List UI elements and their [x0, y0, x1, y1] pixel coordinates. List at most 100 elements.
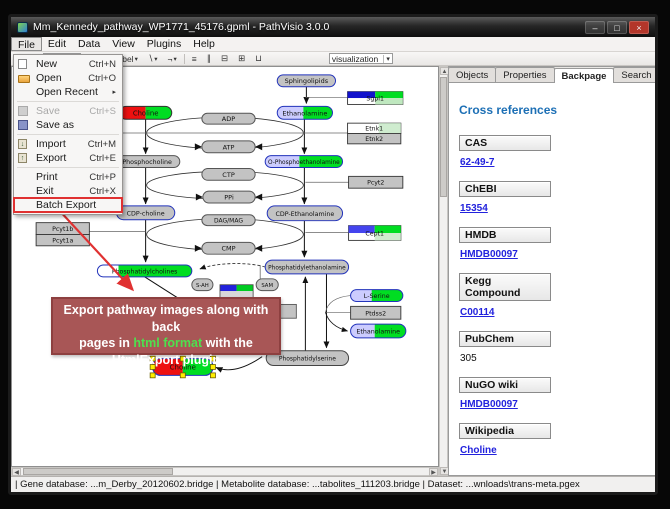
submenu-arrow-icon: ▸: [112, 88, 116, 96]
annotation-callout: Export pathway images along with back pa…: [51, 297, 281, 355]
menu-file[interactable]: File: [11, 37, 42, 51]
svg-text:Choline: Choline: [133, 109, 159, 117]
menu-item-print[interactable]: Print Ctrl+P: [14, 170, 122, 184]
connector-tool-button[interactable]: ¬ ▾: [165, 53, 180, 64]
scrollbar-thumb[interactable]: [440, 77, 447, 197]
xref-section-kegg: Kegg Compound C00114: [459, 273, 658, 331]
gene-box-sgpl1[interactable]: Sgpl1: [348, 92, 403, 105]
node-sphingolipids[interactable]: Sphingolipids: [277, 75, 335, 87]
node-ethanolamine-bottom[interactable]: Ethanolamine: [351, 324, 406, 338]
align-center-button[interactable]: ≡: [189, 53, 200, 64]
tab-search[interactable]: Search: [613, 67, 658, 82]
xref-link[interactable]: HMDB00097: [460, 399, 518, 410]
common-size-button[interactable]: ⊔: [252, 53, 265, 64]
menu-plugins[interactable]: Plugins: [141, 37, 187, 51]
node-phosphatidylethanolamine[interactable]: Phosphatidylethanolamine: [265, 260, 348, 274]
xref-link[interactable]: 15354: [460, 203, 488, 214]
node-cdp-ethanolamine[interactable]: CDP-Ethanolamine: [267, 206, 342, 221]
close-button[interactable]: ×: [629, 21, 649, 34]
menu-item-new[interactable]: New Ctrl+N: [14, 57, 122, 71]
xref-title: Wikipedia: [459, 423, 551, 439]
status-bar: | Gene database: ...m_Derby_20120602.bri…: [11, 476, 655, 492]
xref-title: NuGO wiki: [459, 377, 551, 393]
svg-text:Phosphatidylserine: Phosphatidylserine: [279, 356, 336, 363]
node-atp[interactable]: ATP: [202, 141, 255, 153]
stack-horizontal-button[interactable]: ⊞: [235, 53, 248, 64]
node-phosphocholine[interactable]: Phosphocholine: [114, 156, 179, 168]
menu-item-batch-export[interactable]: Batch Export: [14, 198, 122, 212]
menu-item-exit[interactable]: Exit Ctrl+X: [14, 184, 122, 198]
menu-data[interactable]: Data: [72, 37, 106, 51]
pe-to-pc-dashed-line: [200, 264, 265, 269]
node-o-phosphoethanolamine[interactable]: O-Phosphoethanolamine: [265, 156, 342, 168]
menu-item-open[interactable]: Open Ctrl+O: [14, 71, 122, 85]
node-choline-top[interactable]: Choline: [120, 106, 172, 119]
visualization-combo[interactable]: visualization ▾: [329, 53, 393, 64]
callout-line1: Export pathway images along with back: [53, 302, 279, 335]
xref-section-wikipedia: Wikipedia Choline: [459, 423, 658, 469]
node-dag-mag[interactable]: DAG/MAG: [202, 215, 255, 226]
stack-vertical-button[interactable]: ⊟: [218, 53, 231, 64]
scroll-right-icon[interactable]: ▶: [429, 468, 438, 476]
node-l-serine[interactable]: L-Serine: [351, 290, 403, 302]
line-tool-button[interactable]: ∖ ▾: [145, 53, 161, 64]
menu-item-import[interactable]: ↓ Import Ctrl+M: [14, 137, 122, 151]
tab-properties[interactable]: Properties: [495, 67, 554, 82]
node-cmp[interactable]: CMP: [202, 242, 255, 254]
maximize-button[interactable]: □: [607, 21, 627, 34]
tab-objects[interactable]: Objects: [448, 67, 496, 82]
menu-item-open-recent[interactable]: Open Recent ▸: [14, 85, 122, 99]
xref-title: PubChem: [459, 331, 551, 347]
export-icon: ↑: [18, 153, 27, 163]
xref-link[interactable]: 62-49-7: [460, 157, 494, 168]
gene-box-ptdss2[interactable]: Ptdss2: [351, 306, 401, 319]
menu-help[interactable]: Help: [187, 37, 221, 51]
xref-title: CAS: [459, 135, 551, 151]
xref-section-chebi: ChEBI 15354: [459, 181, 658, 227]
align-middle-button[interactable]: ∥: [204, 53, 214, 64]
svg-text:Pcyt1b: Pcyt1b: [52, 226, 73, 233]
gene-box-pcyt2[interactable]: Pcyt2: [349, 176, 403, 188]
node-ethanolamine-top[interactable]: Ethanolamine: [277, 106, 332, 119]
node-ctp[interactable]: CTP: [202, 168, 255, 180]
gene-box-etnk2[interactable]: Etnk2: [348, 134, 401, 144]
menu-view[interactable]: View: [106, 37, 141, 51]
xref-link[interactable]: Choline: [460, 445, 497, 456]
node-sam[interactable]: SAM: [256, 279, 278, 291]
title-bar[interactable]: Mm_Kennedy_pathway_WP1771_45176.gpml - P…: [11, 17, 655, 37]
gene-box-partial[interactable]: [280, 304, 296, 318]
svg-text:O-Phosphoethanolamine: O-Phosphoethanolamine: [268, 160, 340, 166]
svg-text:Ethanolamine: Ethanolamine: [356, 329, 400, 336]
node-adp[interactable]: ADP: [202, 113, 255, 124]
gene-box-pcyt1a[interactable]: Pcyt1a: [36, 234, 89, 245]
sidebar-tabs: Objects Properties Backpage Search Legen…: [449, 67, 658, 83]
svg-text:L-Serine: L-Serine: [364, 293, 390, 300]
xref-link[interactable]: HMDB00097: [460, 249, 518, 260]
svg-text:Pcyt1a: Pcyt1a: [52, 238, 73, 245]
scrollbar-thumb[interactable]: [23, 468, 173, 475]
serine-to-ethanolamine-line: [325, 312, 347, 331]
svg-text:PPi: PPi: [224, 194, 234, 202]
svg-text:Sphingolipids: Sphingolipids: [285, 77, 329, 85]
svg-text:Ptdss2: Ptdss2: [365, 310, 386, 317]
gene-box-etnk1[interactable]: Etnk1: [348, 123, 401, 133]
gene-box-cept1[interactable]: Cept1: [349, 226, 401, 241]
cross-references-heading: Cross references: [459, 103, 658, 117]
node-cdp-choline[interactable]: CDP-choline: [116, 206, 174, 220]
canvas-vertical-scrollbar[interactable]: ▲ ▼: [439, 66, 448, 476]
scroll-left-icon[interactable]: ◀: [12, 468, 21, 476]
menu-item-export[interactable]: ↑ Export Ctrl+E: [14, 151, 122, 165]
tab-backpage[interactable]: Backpage: [554, 68, 615, 83]
svg-text:CDP-choline: CDP-choline: [127, 210, 165, 217]
chevron-down-icon: ▾: [174, 55, 177, 63]
minimize-button[interactable]: –: [585, 21, 605, 34]
xref-link[interactable]: C00114: [460, 307, 494, 318]
node-ppi[interactable]: PPi: [203, 191, 255, 203]
menu-item-save-as[interactable]: Save as: [14, 118, 122, 132]
node-sah[interactable]: S-AH: [192, 279, 213, 291]
xref-value: 305: [460, 353, 477, 364]
menu-item-save[interactable]: Save Ctrl+S: [14, 104, 122, 118]
callout-line3: HtmlExport plugin: [53, 352, 279, 369]
canvas-horizontal-scrollbar[interactable]: ◀ ▶: [11, 467, 439, 476]
menu-edit[interactable]: Edit: [42, 37, 72, 51]
